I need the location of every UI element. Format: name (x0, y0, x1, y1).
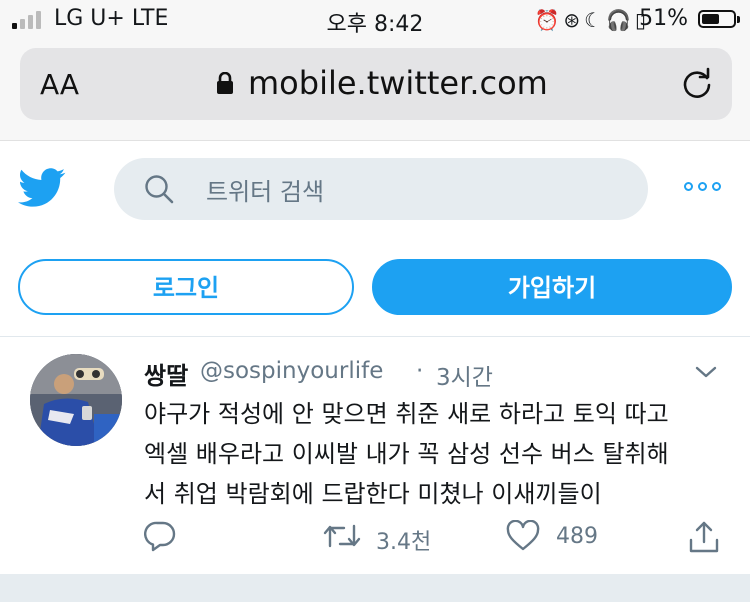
retweet-icon (323, 524, 361, 548)
divider (0, 336, 750, 337)
status-bar: LG U+ LTE 오후 8:42 ⏰⊛☾🎧▯ 51% (0, 0, 750, 40)
login-button[interactable]: 로그인 (18, 259, 354, 315)
text-size-label: AA (40, 68, 80, 101)
browser-toolbar: AA mobile.twitter.com (0, 40, 750, 141)
like-button[interactable]: 489 (506, 520, 616, 556)
tweet-text-line: 야구가 적성에 안 맞으면 취준 새로 하라고 토익 따고 (144, 400, 669, 428)
retweet-count: 3.4천 (376, 530, 432, 555)
signup-button[interactable]: 가입하기 (372, 259, 732, 315)
reply-button[interactable] (144, 520, 184, 556)
rotation-lock-icon: ⊛ (563, 8, 585, 32)
alarm-icon: ⏰ (534, 8, 564, 32)
headphones-icon: 🎧 (606, 8, 635, 32)
more-options-icon[interactable] (684, 180, 722, 194)
twitter-bird-icon[interactable] (18, 168, 66, 208)
tweet-text-line: 엑셀 배우라고 이씨발 내가 꼭 삼성 선수 버스 탈취해 (144, 440, 669, 468)
address-bar[interactable]: AA mobile.twitter.com (20, 48, 732, 120)
search-icon (145, 175, 174, 204)
avatar[interactable] (30, 354, 122, 446)
share-button[interactable] (688, 520, 722, 556)
tweet-author-handle[interactable]: @sospinyourlife (200, 358, 383, 384)
reload-icon[interactable] (680, 66, 714, 100)
tweet-text: 야구가 적성에 안 맞으면 취준 새로 하라고 토익 따고 엑셀 배우라고 이씨… (144, 394, 734, 514)
search-placeholder: 트위터 검색 (206, 178, 325, 206)
separator-dot: · (416, 358, 424, 384)
url-text[interactable]: mobile.twitter.com (248, 64, 548, 102)
tweet-author-name[interactable]: 쌍딸 (144, 356, 188, 391)
text-size-button[interactable]: AA (40, 68, 79, 101)
search-input[interactable]: 트위터 검색 (114, 158, 648, 220)
moon-icon: ☾ (584, 8, 607, 32)
next-section-strip (0, 574, 750, 602)
tweet-text-line: 서 취업 박람회에 드랍한다 미쳤나 이새끼들이 (144, 480, 602, 508)
heart-icon (506, 520, 540, 551)
reply-icon (144, 521, 176, 552)
battery-percentage: 51% (639, 6, 688, 31)
lock-icon (217, 72, 233, 94)
share-icon (689, 521, 719, 553)
tweet-timestamp[interactable]: 3시간 (436, 358, 493, 392)
like-count: 489 (556, 524, 598, 549)
chevron-down-icon[interactable] (694, 364, 718, 380)
retweet-button[interactable]: 3.4천 (322, 520, 442, 556)
battery-icon (698, 10, 740, 28)
avatar-image (30, 354, 122, 446)
status-icons: ⏰⊛☾🎧▯ (534, 8, 650, 32)
